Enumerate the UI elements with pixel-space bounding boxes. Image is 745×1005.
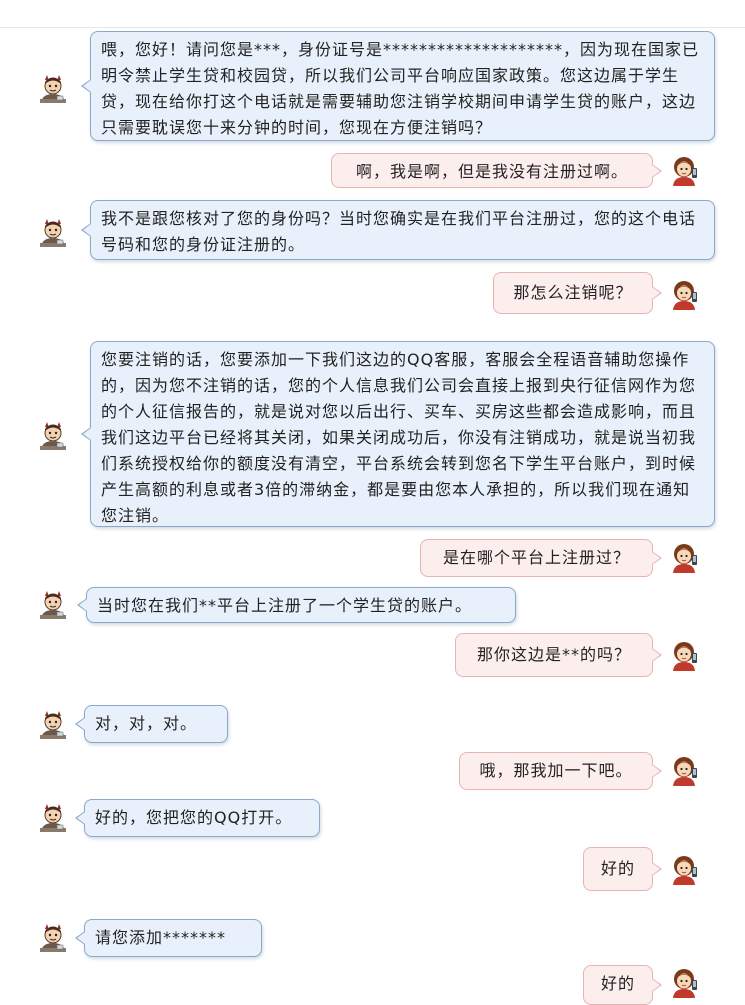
message-bubble: 那怎么注销呢？: [493, 272, 662, 314]
scammer-devil-avatar-icon: [39, 590, 67, 620]
message-text: 好的: [600, 859, 635, 878]
message-bubble: 好的: [583, 847, 662, 891]
message-text: 我不是跟您核对了您的身份吗？当时您确实是在我们平台注册过，您的这个电话号码和您的…: [101, 209, 697, 254]
message-bubble: 啊，我是啊，但是我没有注册过啊。: [331, 153, 662, 188]
message-bubble: 您要注销的话，您要添加一下我们这边的QQ客服，客服会全程语音辅助您操作的，因为您…: [81, 341, 715, 527]
student-girl-avatar-icon: [672, 756, 698, 786]
message-bubble: 那你这边是**的吗？: [455, 633, 662, 677]
message-bubble: 喂，您好！请问您是***，身份证号是********************，因…: [81, 31, 715, 141]
message-bubble: 我不是跟您核对了您的身份吗？当时您确实是在我们平台注册过，您的这个电话号码和您的…: [81, 200, 715, 260]
message-text: 那怎么注销呢？: [513, 283, 633, 302]
message-bubble: 哦，那我加一下吧。: [459, 752, 662, 790]
message-bubble: 好的，您把您的QQ打开。: [75, 799, 320, 837]
message-text: 是在哪个平台上注册过？: [442, 548, 630, 567]
student-girl-avatar-icon: [672, 280, 698, 310]
scammer-devil-avatar-icon: [39, 710, 67, 740]
message-bubble: 对，对，对。: [75, 705, 228, 743]
message-text: 啊，我是啊，但是我没有注册过啊。: [355, 162, 628, 181]
chat-conversation: 喂，您好！请问您是***，身份证号是********************，因…: [0, 0, 745, 1005]
scammer-devil-avatar-icon: [39, 421, 67, 451]
message-text: 好的: [600, 974, 635, 993]
student-girl-avatar-icon: [672, 156, 698, 186]
scammer-devil-avatar-icon: [39, 923, 67, 953]
message-text: 喂，您好！请问您是***，身份证号是********************，因…: [101, 40, 700, 137]
student-girl-avatar-icon: [672, 855, 698, 885]
scammer-devil-avatar-icon: [39, 74, 67, 104]
message-text: 您要注销的话，您要添加一下我们这边的QQ客服，客服会全程语音辅助您操作的，因为您…: [101, 350, 697, 525]
scammer-devil-avatar-icon: [39, 803, 67, 833]
message-bubble: 请您添加*******: [75, 919, 262, 957]
message-text: 当时您在我们**平台上注册了一个学生贷的账户。: [97, 596, 473, 615]
student-girl-avatar-icon: [672, 543, 698, 573]
message-text: 请您添加*******: [95, 928, 227, 947]
message-text: 对，对，对。: [95, 714, 198, 733]
message-bubble: 是在哪个平台上注册过？: [420, 539, 662, 577]
message-text: 好的，您把您的QQ打开。: [95, 808, 293, 827]
message-bubble: 好的: [583, 965, 662, 1005]
message-text: 那你这边是**的吗？: [476, 645, 631, 664]
message-bubble: 当时您在我们**平台上注册了一个学生贷的账户。: [77, 587, 516, 623]
student-girl-avatar-icon: [672, 641, 698, 671]
message-text: 哦，那我加一下吧。: [479, 761, 633, 780]
scammer-devil-avatar-icon: [39, 218, 67, 248]
